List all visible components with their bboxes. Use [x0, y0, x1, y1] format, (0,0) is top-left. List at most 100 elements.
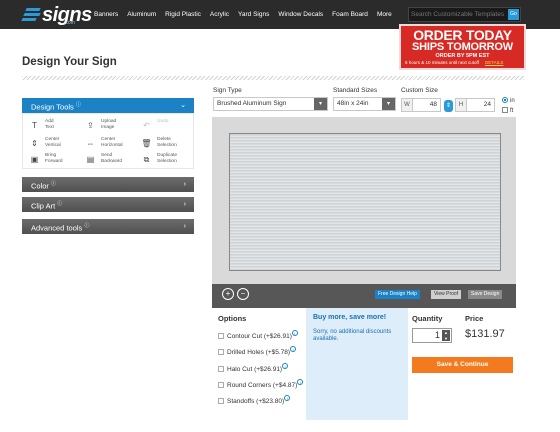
nav-banners[interactable]: Banners [94, 11, 118, 18]
chevron-down-icon: ▾ [314, 98, 327, 110]
tool-label: Add Text [45, 119, 54, 130]
sign-type-label: Sign Type [213, 87, 242, 94]
duplicate-icon: ⧉ [143, 155, 150, 164]
option-standoffs[interactable]: Standoffs (+$23.80) i [218, 395, 291, 405]
search-box: Go [408, 7, 521, 22]
standard-sizes-select[interactable]: 48in x 24in ▾ [333, 97, 396, 111]
buy-more-panel: Buy more, save more! Sorry, no additiona… [306, 308, 408, 420]
radio-unchecked-icon [502, 107, 508, 113]
free-design-help-button[interactable]: Free Design Help [375, 290, 420, 299]
brushed-aluminum-sign-preview[interactable] [229, 133, 501, 271]
tool-label: Delete Selection [157, 137, 177, 148]
unit-in-radio[interactable]: in [502, 97, 515, 104]
delete-icon: 🗑 [141, 139, 152, 148]
sign-type-select[interactable]: Brushed Aluminum Sign ▾ [213, 97, 328, 111]
info-icon[interactable]: i [297, 379, 304, 385]
info-icon[interactable]: i [282, 363, 289, 369]
info-icon[interactable]: ⓘ [57, 201, 62, 207]
quantity-header: Quantity [412, 314, 443, 323]
text-icon: T [32, 121, 37, 130]
tool-label: Center Horizontal [101, 137, 123, 148]
option-round-corners[interactable]: Round Corners (+$4.87) i [218, 379, 304, 389]
nav-more[interactable]: More [377, 11, 392, 18]
option-drilled-holes[interactable]: Drilled Holes (+$5.78) i [218, 346, 297, 356]
design-tools-header[interactable]: Design Tools ⓘ ⌄ [22, 98, 194, 113]
height-value: 24 [483, 101, 491, 108]
buy-more-text: Sorry, no additional discounts available… [313, 329, 392, 342]
undo-icon: ↶ [143, 121, 150, 130]
delete-selection-button[interactable]: 🗑 Delete Selection [139, 136, 195, 153]
sign-type-value: Brushed Aluminum Sign [217, 100, 287, 107]
order-section: Options Contour Cut (+$26.91) i Drilled H… [212, 308, 516, 420]
height-field[interactable]: H 24 [455, 98, 495, 112]
color-panel-header[interactable]: Color ⓘ › [22, 177, 194, 192]
link-dimensions-icon[interactable]: ⇕ [444, 100, 453, 112]
design-canvas [212, 117, 516, 284]
center-vertical-icon: ⇕ [31, 139, 38, 148]
search-go-button[interactable]: Go [508, 9, 519, 20]
zoom-out-icon[interactable]: − [237, 288, 249, 300]
save-continue-button[interactable]: Save & Continue [412, 357, 513, 373]
width-value: 48 [429, 101, 437, 108]
design-tools-label: Design Tools [31, 102, 74, 112]
undo-button[interactable]: ↶ Undo [139, 118, 195, 135]
buy-more-header: Buy more, save more! [313, 314, 387, 321]
options-header: Options [218, 314, 247, 323]
chevron-down-icon: ▾ [382, 98, 395, 110]
price-header: Price [465, 314, 484, 323]
bring-forward-icon: ▣ [30, 155, 39, 164]
send-backward-button[interactable]: ▤ Send Backward [83, 152, 139, 169]
main-nav: Banners Aluminum Rigid Plastic Acrylic Y… [94, 0, 401, 29]
center-vertical-button[interactable]: ⇕ Center Vertical [27, 136, 83, 153]
center-horizontal-button[interactable]: ⇔ Center Horizontal [83, 136, 139, 153]
chevron-right-icon: › [183, 181, 186, 188]
info-icon[interactable]: ⓘ [51, 181, 56, 187]
unit-ft-radio[interactable]: ft [502, 107, 513, 114]
bring-forward-button[interactable]: ▣ Bring Forward [27, 152, 83, 169]
add-text-button[interactable]: T Add Text [27, 118, 83, 135]
promo-line-3: ORDER BY 5PM EST [435, 53, 490, 59]
search-input[interactable] [411, 9, 507, 20]
ships-tomorrow-banner[interactable]: ORDER TODAY SHIPS TOMORROW ORDER BY 5PM … [399, 24, 526, 70]
nav-yard-signs[interactable]: Yard Signs [238, 11, 269, 18]
info-icon[interactable]: i [291, 330, 298, 336]
quantity-value: 1 [434, 330, 440, 340]
info-icon[interactable]: i [284, 395, 291, 401]
standard-sizes-label: Standard Sizes [333, 87, 378, 94]
advanced-tools-panel-header[interactable]: Advanced tools ⓘ › [22, 219, 194, 234]
info-icon[interactable]: ⓘ [84, 223, 89, 229]
checkbox-icon [218, 382, 224, 388]
unit-ft-label: ft [510, 108, 514, 114]
promo-details-link[interactable]: DETAILS [485, 60, 503, 65]
custom-size-label: Custom Size [401, 87, 438, 94]
clip-art-panel-header[interactable]: Clip Art ⓘ › [22, 197, 194, 212]
promo-line-1: ORDER TODAY [413, 27, 512, 43]
option-label: Contour Cut (+$26.91) [227, 333, 292, 340]
canvas-toolbar: + − Free Design Help View Proof Save Des… [212, 284, 516, 308]
option-label: Round Corners (+$4.87) [227, 382, 298, 389]
quantity-stepper[interactable]: 1 ▲ ▼ [412, 328, 452, 343]
color-label: Color [31, 181, 49, 191]
width-field[interactable]: W 48 [401, 98, 441, 112]
zoom-in-icon[interactable]: + [222, 288, 234, 300]
decorative-divider [22, 76, 524, 80]
duplicate-selection-button[interactable]: ⧉ Duplicate Selection [139, 152, 195, 169]
height-tag: H [456, 99, 467, 111]
price-value: $131.97 [465, 328, 505, 340]
stepper-arrows-icon[interactable]: ▲ ▼ [442, 330, 450, 341]
option-contour-cut[interactable]: Contour Cut (+$26.91) i [218, 330, 298, 340]
option-halo-cut[interactable]: Halo Cut (+$26.91) i [218, 363, 289, 373]
info-icon[interactable]: ⓘ [76, 102, 81, 108]
save-design-button[interactable]: Save Design [468, 290, 503, 299]
tool-label: Duplicate Selection [157, 153, 177, 164]
upload-image-button[interactable]: ⇪ Upload Image [83, 118, 139, 135]
signs-logo[interactable]: signs .com [21, 4, 92, 26]
nav-window-decals[interactable]: Window Decals [278, 11, 323, 18]
nav-aluminum[interactable]: Aluminum [127, 11, 156, 18]
nav-rigid-plastic[interactable]: Rigid Plastic [165, 11, 201, 18]
nav-foam-board[interactable]: Foam Board [332, 11, 368, 18]
view-proof-button[interactable]: View Proof [431, 290, 462, 299]
info-icon[interactable]: i [290, 346, 297, 352]
nav-acrylic[interactable]: Acrylic [210, 11, 229, 18]
promo-line-2: SHIPS TOMORROW [412, 41, 513, 53]
